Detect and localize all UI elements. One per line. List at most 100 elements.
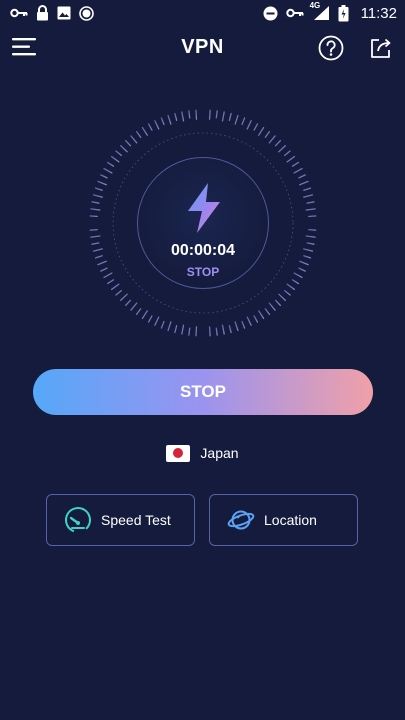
dial-tick xyxy=(258,126,265,136)
record-icon xyxy=(79,5,94,21)
japan-flag-icon xyxy=(166,444,191,462)
dial-tick xyxy=(195,326,198,337)
dial-tick xyxy=(253,315,259,323)
dial-tick xyxy=(91,201,100,204)
dial-tick xyxy=(160,320,165,329)
dial-tick xyxy=(284,289,291,296)
dial-tick xyxy=(135,130,142,138)
connection-state-label: STOP xyxy=(186,265,220,279)
dial-tick xyxy=(246,316,252,326)
dial-tick xyxy=(167,114,172,125)
status-bar-left xyxy=(10,5,94,21)
dial-tick xyxy=(221,111,225,122)
speedometer-icon xyxy=(64,506,92,534)
dial-tick xyxy=(299,180,309,186)
dial-tick xyxy=(234,321,239,332)
dial-tick xyxy=(124,299,132,307)
dial-tick xyxy=(181,324,185,335)
dial-tick xyxy=(274,299,282,307)
dial-tick xyxy=(91,242,100,245)
image-icon xyxy=(57,6,71,20)
dial-tick xyxy=(154,316,160,326)
location-button[interactable]: Location xyxy=(209,494,358,546)
dial-tick xyxy=(94,255,103,259)
dial-tick xyxy=(130,302,138,311)
speed-test-button[interactable]: Speed Test xyxy=(46,494,195,546)
lock-icon xyxy=(36,5,49,21)
dial-tick xyxy=(141,126,148,136)
do-not-disturb-icon xyxy=(263,6,278,21)
dial-tick xyxy=(291,279,300,285)
dial-tick xyxy=(274,139,282,147)
lightning-bolt-icon xyxy=(188,183,220,233)
dial-tick xyxy=(278,144,287,153)
dial-tick xyxy=(253,123,259,131)
dial-tick xyxy=(195,109,198,120)
dial-tick xyxy=(293,272,303,279)
dial-tick xyxy=(147,315,153,323)
dial-tick xyxy=(221,324,225,335)
dial-tick xyxy=(268,302,276,311)
dial-tick xyxy=(306,201,315,204)
dial-tick xyxy=(268,135,276,144)
dial-tick xyxy=(303,194,314,198)
dial-tick xyxy=(119,144,128,153)
planet-icon xyxy=(227,506,255,534)
selected-country[interactable]: Japan xyxy=(0,442,405,464)
dial-tick xyxy=(208,109,211,120)
dial-tick xyxy=(97,260,107,266)
dial-tick xyxy=(124,139,132,147)
dial-tick xyxy=(299,260,309,266)
dial-tick xyxy=(208,326,211,337)
status-time: 11:32 xyxy=(360,4,397,22)
dial-tick xyxy=(264,308,271,316)
dial-tick xyxy=(90,208,101,211)
dial-tick xyxy=(293,167,303,174)
dial-tick xyxy=(103,167,113,174)
dial-tick xyxy=(286,283,296,291)
share-icon[interactable] xyxy=(369,36,393,60)
dial-tick xyxy=(188,110,191,119)
dial-tick xyxy=(160,117,165,126)
status-bar: 4G 11:32 xyxy=(0,0,405,26)
dial-tick xyxy=(241,117,246,126)
dial-tick xyxy=(278,293,287,302)
network-type-label: 4G xyxy=(309,1,321,10)
dial-tick xyxy=(215,327,218,336)
dial-tick xyxy=(94,187,103,191)
dial-tick xyxy=(241,320,246,329)
dial-tick xyxy=(119,293,128,302)
dial-tick xyxy=(303,255,312,259)
dial-tick xyxy=(167,321,172,332)
dial-tick xyxy=(264,130,271,138)
app-title: VPN xyxy=(181,36,224,58)
dial-tick xyxy=(298,267,306,272)
location-label: Location xyxy=(264,512,317,528)
dial-tick xyxy=(215,110,218,119)
dial-tick xyxy=(130,135,138,144)
dial-tick xyxy=(110,283,120,291)
signal-icon: 4G xyxy=(310,1,330,21)
dial-tick xyxy=(228,325,232,334)
connection-toggle[interactable]: 00:00:04 STOP xyxy=(137,157,269,289)
dial-tick xyxy=(188,327,191,336)
dial-tick xyxy=(90,235,101,238)
dial-tick xyxy=(103,272,113,279)
help-circle-icon[interactable] xyxy=(318,35,344,61)
status-bar-right: 4G 11:32 xyxy=(263,1,397,22)
dial-tick xyxy=(258,310,265,320)
vpn-key-icon xyxy=(285,7,304,19)
dial-tick xyxy=(303,187,312,191)
battery-icon xyxy=(338,4,349,22)
dial-tick xyxy=(106,279,115,285)
dial-tick xyxy=(174,325,178,334)
speed-test-label: Speed Test xyxy=(101,512,171,528)
dial-tick xyxy=(115,289,122,296)
dial-tick xyxy=(174,112,178,121)
country-name: Japan xyxy=(200,445,239,461)
dial-tick xyxy=(115,150,122,157)
connection-timer: 00:00:04 xyxy=(170,242,236,259)
stop-button[interactable]: STOP xyxy=(33,369,373,415)
dial-tick xyxy=(228,112,232,121)
dial-tick xyxy=(298,174,306,179)
